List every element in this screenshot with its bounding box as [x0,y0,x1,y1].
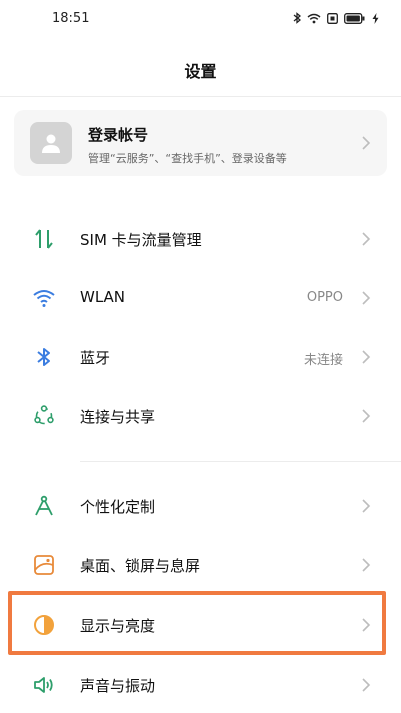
status-icons [293,12,379,24]
sim-data-icon [35,229,53,249]
settings-item-label: WLAN [80,288,126,306]
settings-item-sim[interactable]: SIM 卡与流量管理 [0,211,401,267]
nfc-status-icon [327,12,338,24]
account-title: 登录帐号 [88,126,149,144]
settings-item-display-brightness[interactable]: 显示与亮度 [0,597,401,653]
chevron-right-icon [362,558,371,572]
charging-icon [372,12,379,24]
settings-item-wlan[interactable]: WLAN OPPO [0,270,401,326]
chevron-right-icon [362,350,371,364]
chevron-right-icon [362,678,371,692]
settings-item-sound-vibration[interactable]: 声音与振动 [0,657,401,713]
wallpaper-icon [34,555,54,575]
chevron-right-icon [362,409,371,423]
settings-item-value: 未连接 [303,353,343,368]
bluetooth-status-icon [293,12,301,24]
group-divider [80,461,401,462]
settings-item-bluetooth[interactable]: 蓝牙 未连接 [0,329,401,385]
settings-item-personalization[interactable]: 个性化定制 [0,478,401,534]
wifi-icon [33,290,55,307]
page-title: 设置 [184,62,217,81]
settings-item-label: 桌面、锁屏与息屏 [80,557,201,575]
sound-icon [34,677,53,693]
battery-icon [344,12,365,24]
status-bar: 18:51 [0,0,401,36]
account-subtitle: 管理“云服务”、“查找手机”、登录设备等 [88,152,287,165]
brightness-icon [34,615,54,635]
title-divider [0,96,401,97]
chevron-right-icon [362,291,371,305]
chevron-right-icon [362,499,371,513]
settings-item-value: OPPO [306,290,343,305]
status-time: 18:51 [52,10,90,26]
settings-item-label: 声音与振动 [80,677,156,695]
bluetooth-icon [37,348,50,366]
settings-item-label: 蓝牙 [80,349,111,367]
compass-icon [35,495,53,516]
wifi-status-icon [307,13,321,23]
settings-item-label: 连接与共享 [80,408,156,426]
user-icon [42,134,60,153]
settings-item-label: SIM 卡与流量管理 [80,231,202,249]
settings-item-connection-sharing[interactable]: 连接与共享 [0,388,401,444]
avatar [30,122,72,164]
chevron-right-icon [362,232,371,246]
settings-item-home-lock-screen[interactable]: 桌面、锁屏与息屏 [0,537,401,593]
chevron-right-icon [362,136,371,150]
login-account-card[interactable]: 登录帐号 管理“云服务”、“查找手机”、登录设备等 [14,110,387,176]
share-network-icon [34,405,54,425]
settings-item-label: 显示与亮度 [80,617,156,635]
settings-item-label: 个性化定制 [80,498,156,516]
chevron-right-icon [362,618,371,632]
